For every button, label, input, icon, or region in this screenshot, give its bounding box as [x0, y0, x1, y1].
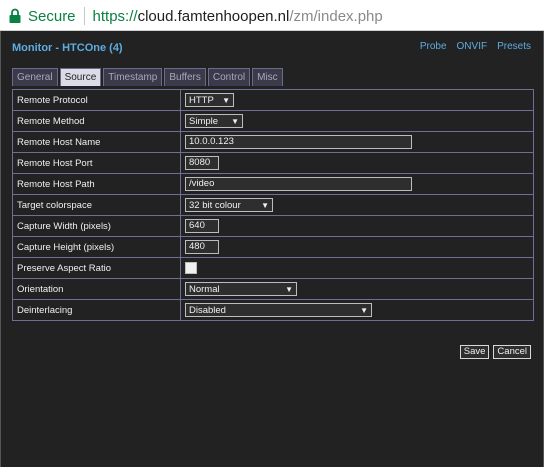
- url-path: /zm/index.php: [289, 7, 383, 25]
- table-row: Deinterlacing Disabled ▼: [12, 299, 534, 321]
- onvif-link[interactable]: ONVIF: [457, 41, 488, 52]
- target-colorspace-label: Target colorspace: [12, 194, 181, 216]
- remote-host-name-label: Remote Host Name: [12, 131, 181, 153]
- remote-method-label: Remote Method: [12, 110, 181, 132]
- remote-host-path-label: Remote Host Path: [12, 173, 181, 195]
- table-row: Remote Method Simple ▼: [12, 110, 534, 132]
- page-title: Monitor - HTCOne (4): [12, 42, 123, 54]
- secure-label: Secure: [28, 7, 76, 25]
- remote-method-value: Simple: [189, 115, 219, 127]
- capture-height-label: Capture Height (pixels): [12, 236, 181, 258]
- tab-bar: General Source Timestamp Buffers Control…: [12, 68, 283, 86]
- remote-protocol-value: HTTP: [189, 94, 214, 106]
- table-row: Remote Protocol HTTP ▼: [12, 89, 534, 111]
- orientation-cell: Normal ▼: [180, 278, 534, 300]
- table-row: Target colorspace 32 bit colour ▼: [12, 194, 534, 216]
- remote-protocol-cell: HTTP ▼: [180, 89, 534, 111]
- capture-width-cell: 640: [180, 215, 534, 237]
- probe-link[interactable]: Probe: [420, 41, 447, 52]
- deinterlacing-cell: Disabled ▼: [180, 299, 534, 321]
- capture-width-input[interactable]: 640: [185, 219, 219, 233]
- chevron-down-icon: ▼: [261, 200, 269, 210]
- source-settings-table: Remote Protocol HTTP ▼ Remote Method Simp…: [12, 89, 534, 321]
- orientation-select[interactable]: Normal ▼: [185, 282, 297, 296]
- address-separator: [83, 7, 85, 25]
- remote-host-port-label: Remote Host Port: [12, 152, 181, 174]
- app-frame: Monitor - HTCOne (4) Probe ONVIF Presets…: [0, 31, 544, 467]
- table-row: Remote Host Name 10.0.0.123: [12, 131, 534, 153]
- deinterlacing-select[interactable]: Disabled ▼: [185, 303, 372, 317]
- deinterlacing-label: Deinterlacing: [12, 299, 181, 321]
- capture-height-cell: 480: [180, 236, 534, 258]
- tab-misc[interactable]: Misc: [252, 68, 283, 86]
- chevron-down-icon: ▼: [231, 116, 239, 126]
- cancel-button[interactable]: Cancel: [493, 345, 531, 359]
- preserve-aspect-cell: [180, 257, 534, 279]
- url-host: cloud.famtenhoopen.nl: [137, 7, 290, 25]
- table-row: Capture Width (pixels) 640: [12, 215, 534, 237]
- remote-host-path-cell: /video: [180, 173, 534, 195]
- capture-width-label: Capture Width (pixels): [12, 215, 181, 237]
- top-links: Probe ONVIF Presets: [420, 41, 531, 52]
- table-row: Remote Host Path /video: [12, 173, 534, 195]
- tab-source[interactable]: Source: [59, 68, 102, 86]
- chevron-down-icon: ▼: [222, 95, 230, 105]
- target-colorspace-cell: 32 bit colour ▼: [180, 194, 534, 216]
- remote-host-name-input[interactable]: 10.0.0.123: [185, 135, 412, 149]
- url-scheme: https://: [92, 7, 138, 25]
- remote-host-port-input[interactable]: 8080: [185, 156, 219, 170]
- deinterlacing-value: Disabled: [189, 304, 226, 316]
- form-buttons: Save Cancel: [459, 345, 531, 359]
- table-row: Remote Host Port 8080: [12, 152, 534, 174]
- preserve-aspect-checkbox[interactable]: [185, 262, 197, 274]
- browser-address-bar[interactable]: Secure https://cloud.famtenhoopen.nl/zm/…: [0, 0, 544, 31]
- orientation-label: Orientation: [12, 278, 181, 300]
- table-row: Preserve Aspect Ratio: [12, 257, 534, 279]
- tab-control[interactable]: Control: [207, 68, 251, 86]
- orientation-value: Normal: [189, 283, 220, 295]
- remote-protocol-label: Remote Protocol: [12, 89, 181, 111]
- remote-method-cell: Simple ▼: [180, 110, 534, 132]
- target-colorspace-select[interactable]: 32 bit colour ▼: [185, 198, 273, 212]
- tab-buffers[interactable]: Buffers: [164, 68, 206, 86]
- url-text[interactable]: https://cloud.famtenhoopen.nl/zm/index.p…: [93, 8, 383, 25]
- chevron-down-icon: ▼: [360, 305, 368, 315]
- lock-icon: [9, 8, 21, 23]
- save-button[interactable]: Save: [459, 345, 490, 359]
- tab-timestamp[interactable]: Timestamp: [103, 68, 163, 86]
- remote-host-name-cell: 10.0.0.123: [180, 131, 534, 153]
- preserve-aspect-label: Preserve Aspect Ratio: [12, 257, 181, 279]
- table-row: Capture Height (pixels) 480: [12, 236, 534, 258]
- tab-general[interactable]: General: [12, 68, 58, 86]
- remote-method-select[interactable]: Simple ▼: [185, 114, 243, 128]
- table-row: Orientation Normal ▼: [12, 278, 534, 300]
- chevron-down-icon: ▼: [285, 284, 293, 294]
- remote-protocol-select[interactable]: HTTP ▼: [185, 93, 234, 107]
- remote-host-port-cell: 8080: [180, 152, 534, 174]
- presets-link[interactable]: Presets: [497, 41, 531, 52]
- target-colorspace-value: 32 bit colour: [189, 199, 241, 211]
- capture-height-input[interactable]: 480: [185, 240, 219, 254]
- remote-host-path-input[interactable]: /video: [185, 177, 412, 191]
